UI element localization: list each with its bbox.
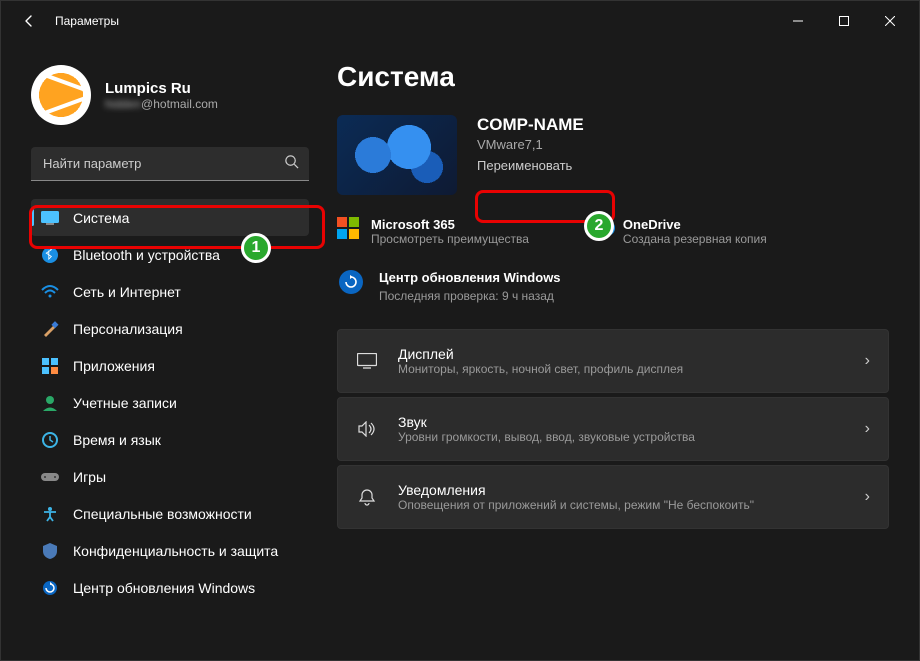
card-sound[interactable]: Звук Уровни громкости, вывод, ввод, звук… <box>337 397 889 461</box>
device-image <box>337 115 457 195</box>
card-title: Дисплей <box>398 346 845 362</box>
nav-label: Конфиденциальность и защита <box>73 543 278 559</box>
nav-accounts[interactable]: Учетные записи <box>31 384 309 421</box>
nav-accessibility[interactable]: Специальные возможности <box>31 495 309 532</box>
nav-label: Специальные возможности <box>73 506 252 522</box>
promo-sub: Создана резервная копия <box>623 232 767 246</box>
profile-block[interactable]: Lumpics Ru hidden@hotmail.com <box>31 65 309 125</box>
brush-icon <box>41 320 59 338</box>
nav-time-language[interactable]: Время и язык <box>31 421 309 458</box>
nav-list: Система Bluetooth и устройства Сеть и Ин… <box>31 199 309 606</box>
ms365-icon <box>337 217 359 239</box>
apps-icon <box>41 357 59 375</box>
device-model: VMware7,1 <box>477 137 584 152</box>
nav-system[interactable]: Система <box>31 199 309 236</box>
chevron-right-icon: › <box>865 488 870 506</box>
page-title: Система <box>337 61 889 93</box>
system-icon <box>41 209 59 227</box>
profile-name: Lumpics Ru <box>105 80 218 97</box>
card-title: Уведомления <box>398 482 845 498</box>
nav-label: Игры <box>73 469 106 485</box>
update-icon <box>41 579 59 597</box>
nav-label: Приложения <box>73 358 155 374</box>
update-icon <box>339 270 363 294</box>
promo-sub: Просмотреть преимущества <box>371 232 529 246</box>
nav-windows-update[interactable]: Центр обновления Windows <box>31 569 309 606</box>
gamepad-icon <box>41 468 59 486</box>
minimize-button[interactable] <box>775 5 821 37</box>
wifi-icon <box>41 283 59 301</box>
nav-label: Время и язык <box>73 432 161 448</box>
profile-email: hidden@hotmail.com <box>105 97 218 111</box>
sidebar: Lumpics Ru hidden@hotmail.com Система Bl… <box>1 41 321 660</box>
annotation-badge-2: 2 <box>584 211 614 241</box>
card-title: Звук <box>398 414 845 430</box>
annotation-badge-1: 1 <box>241 233 271 263</box>
close-button[interactable] <box>867 5 913 37</box>
nav-label: Система <box>73 210 129 226</box>
shield-icon <box>41 542 59 560</box>
bell-icon <box>356 488 378 506</box>
nav-personalization[interactable]: Персонализация <box>31 310 309 347</box>
card-sub: Уровни громкости, вывод, ввод, звуковые … <box>398 430 845 444</box>
nav-network[interactable]: Сеть и Интернет <box>31 273 309 310</box>
nav-label: Сеть и Интернет <box>73 284 181 300</box>
settings-cards: Дисплей Мониторы, яркость, ночной свет, … <box>337 329 889 529</box>
nav-label: Bluetooth и устройства <box>73 247 220 263</box>
bluetooth-icon <box>41 246 59 264</box>
nav-label: Персонализация <box>73 321 183 337</box>
back-button[interactable] <box>11 3 47 39</box>
promo-title: Microsoft 365 <box>371 217 529 232</box>
card-sub: Мониторы, яркость, ночной свет, профиль … <box>398 362 845 376</box>
rename-link[interactable]: Переименовать <box>477 158 584 173</box>
sound-icon <box>356 421 378 437</box>
window-title: Параметры <box>55 14 119 28</box>
promo-title: OneDrive <box>623 217 767 232</box>
nav-label: Центр обновления Windows <box>73 580 255 596</box>
avatar <box>31 65 91 125</box>
device-block: COMP-NAME VMware7,1 Переименовать <box>337 115 889 195</box>
promo-onedrive[interactable]: OneDrive Создана резервная копия <box>589 217 767 246</box>
device-name: COMP-NAME <box>477 115 584 135</box>
chevron-right-icon: › <box>865 420 870 438</box>
nav-label: Учетные записи <box>73 395 177 411</box>
window-controls <box>775 5 913 37</box>
search-box[interactable] <box>31 147 309 181</box>
nav-apps[interactable]: Приложения <box>31 347 309 384</box>
accessibility-icon <box>41 505 59 523</box>
card-sub: Оповещения от приложений и системы, режи… <box>398 498 845 512</box>
update-title: Центр обновления Windows <box>379 270 561 287</box>
person-icon <box>41 394 59 412</box>
update-sub: Последняя проверка: 9 ч назад <box>379 289 561 303</box>
nav-gaming[interactable]: Игры <box>31 458 309 495</box>
maximize-button[interactable] <box>821 5 867 37</box>
display-icon <box>356 353 378 369</box>
card-display[interactable]: Дисплей Мониторы, яркость, ночной свет, … <box>337 329 889 393</box>
card-notifications[interactable]: Уведомления Оповещения от приложений и с… <box>337 465 889 529</box>
chevron-right-icon: › <box>865 352 870 370</box>
main-panel: Система COMP-NAME VMware7,1 Переименоват… <box>321 41 919 660</box>
windows-update-block[interactable]: Центр обновления Windows Последняя прове… <box>337 270 889 303</box>
title-bar: Параметры <box>1 1 919 41</box>
clock-icon <box>41 431 59 449</box>
search-icon <box>284 154 299 174</box>
search-input[interactable] <box>31 147 309 180</box>
promo-ms365[interactable]: Microsoft 365 Просмотреть преимущества <box>337 217 529 246</box>
nav-privacy[interactable]: Конфиденциальность и защита <box>31 532 309 569</box>
